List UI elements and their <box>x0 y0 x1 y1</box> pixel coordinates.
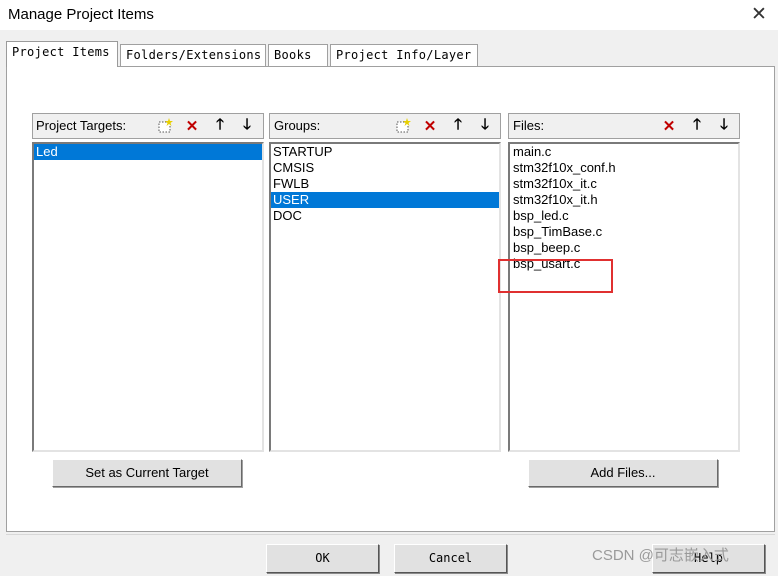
list-item[interactable]: bsp_TimBase.c <box>510 224 738 240</box>
targets-list[interactable]: Led <box>32 142 264 452</box>
list-item[interactable]: bsp_led.c <box>510 208 738 224</box>
list-item[interactable]: stm32f10x_it.c <box>510 176 738 192</box>
highlight-box <box>498 259 613 293</box>
ok-button[interactable]: OK <box>266 544 379 573</box>
new-item-icon[interactable] <box>154 115 176 137</box>
list-item[interactable]: Led <box>34 144 262 160</box>
delete-icon[interactable]: ✕ <box>658 115 680 137</box>
window-title: Manage Project Items <box>8 6 154 23</box>
targets-label: Project Targets: <box>36 118 127 133</box>
list-item[interactable]: bsp_beep.c <box>510 240 738 256</box>
move-down-icon[interactable]: 🡓 <box>474 115 496 137</box>
tab-books[interactable]: Books <box>268 44 328 66</box>
groups-label: Groups: <box>274 118 321 133</box>
delete-icon[interactable]: ✕ <box>181 115 203 137</box>
move-down-icon[interactable]: 🡓 <box>713 115 735 137</box>
add-files-button[interactable]: Add Files... <box>528 459 718 487</box>
delete-icon[interactable]: ✕ <box>419 115 441 137</box>
new-item-icon[interactable] <box>392 115 414 137</box>
list-item[interactable]: main.c <box>510 144 738 160</box>
list-item[interactable]: DOC <box>271 208 499 224</box>
set-current-target-button[interactable]: Set as Current Target <box>52 459 242 487</box>
divider <box>6 534 775 535</box>
move-up-icon[interactable]: 🡑 <box>686 115 708 137</box>
move-up-icon[interactable]: 🡑 <box>447 115 469 137</box>
list-item[interactable]: FWLB <box>271 176 499 192</box>
list-item[interactable]: STARTUP <box>271 144 499 160</box>
files-label: Files: <box>513 118 545 133</box>
cancel-button[interactable]: Cancel <box>394 544 507 573</box>
list-item[interactable]: CMSIS <box>271 160 499 176</box>
list-item[interactable]: USER <box>271 192 499 208</box>
watermark: CSDN @可志嵌入式 <box>592 547 729 564</box>
move-down-icon[interactable]: 🡓 <box>236 115 258 137</box>
groups-list[interactable]: STARTUP CMSIS FWLB USER DOC <box>269 142 501 452</box>
list-item[interactable]: stm32f10x_it.h <box>510 192 738 208</box>
tab-project-info-layer[interactable]: Project Info/Layer <box>330 44 478 66</box>
move-up-icon[interactable]: 🡑 <box>209 115 231 137</box>
files-list[interactable]: main.c stm32f10x_conf.h stm32f10x_it.c s… <box>508 142 740 452</box>
tab-folders-extensions[interactable]: Folders/Extensions <box>120 44 266 66</box>
list-item[interactable]: stm32f10x_conf.h <box>510 160 738 176</box>
tab-project-items[interactable]: Project Items <box>6 41 118 67</box>
close-icon[interactable]: ✕ <box>748 4 770 26</box>
